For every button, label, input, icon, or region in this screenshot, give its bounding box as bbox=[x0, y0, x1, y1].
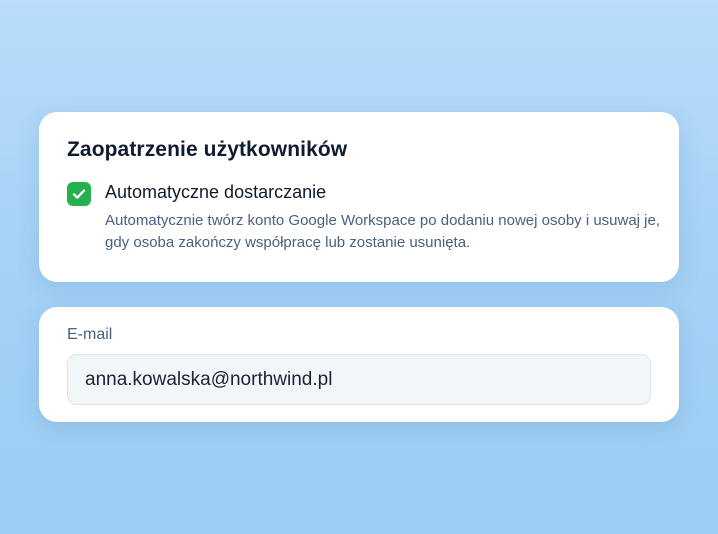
auto-provisioning-label[interactable]: Automatyczne dostarczanie bbox=[105, 180, 665, 204]
email-field[interactable] bbox=[67, 354, 651, 405]
checkmark-icon bbox=[72, 189, 86, 199]
email-label: E-mail bbox=[67, 326, 113, 343]
provisioning-title: Zaopatrzenie użytkowników bbox=[67, 138, 348, 161]
auto-provisioning-description: Automatycznie twórz konto Google Workspa… bbox=[105, 212, 661, 251]
auto-provisioning-option: Automatyczne dostarczanie Automatycznie … bbox=[67, 180, 660, 254]
auto-provisioning-checkbox[interactable] bbox=[67, 182, 91, 206]
provisioning-card: Zaopatrzenie użytkowników Automatyczne d… bbox=[39, 112, 679, 282]
email-card: E-mail bbox=[39, 307, 679, 422]
auto-provisioning-text: Automatyczne dostarczanie Automatycznie … bbox=[105, 180, 665, 254]
